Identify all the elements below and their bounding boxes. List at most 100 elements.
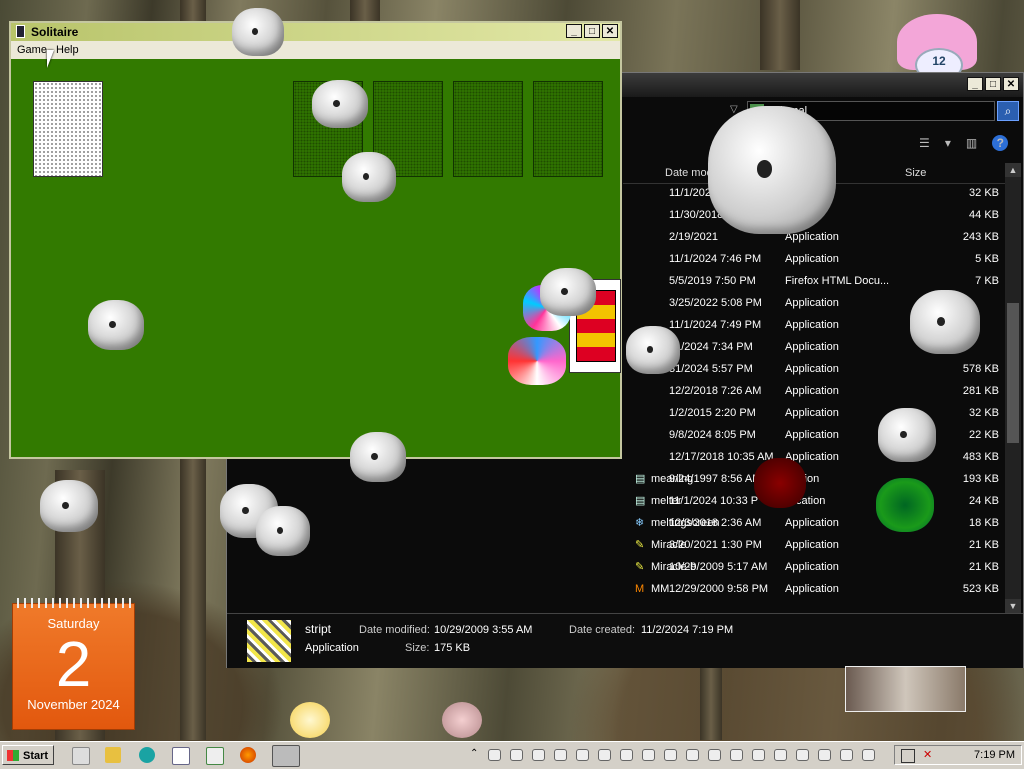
tray-app-icon[interactable] <box>554 749 567 761</box>
close-button[interactable]: ✕ <box>602 24 618 38</box>
file-row[interactable]: ❄ meltingscreen 12/3/2018 2:36 AM Applicati… <box>623 513 1007 535</box>
tray-app-icon[interactable] <box>576 749 589 761</box>
calendar-widget[interactable]: Saturday 2 November 2024 <box>12 598 135 730</box>
help-icon[interactable]: ? <box>992 135 1009 151</box>
firefox-icon[interactable] <box>240 747 256 763</box>
search-icon[interactable]: ⌕ <box>997 101 1019 121</box>
file-row[interactable]: 1/2/2015 2:20 PM Application 32 KB <box>623 403 1007 425</box>
file-date: 12/2/2018 7:26 AM <box>669 385 762 397</box>
minimize-button[interactable]: _ <box>967 77 983 91</box>
tray-app-icon[interactable] <box>862 749 875 761</box>
tray-app-icon[interactable] <box>532 749 545 761</box>
file-row[interactable]: ✎ Miracle 3/20/2021 1:30 PM Application 21 K… <box>623 535 1007 557</box>
polar-bear-sprite <box>342 152 396 202</box>
foundation-pile[interactable] <box>453 81 523 177</box>
tray-app-icon[interactable] <box>818 749 831 761</box>
polar-bear-sprite <box>256 506 310 556</box>
close-button[interactable]: ✕ <box>1003 77 1019 91</box>
vertical-scrollbar[interactable]: ▲ ▼ <box>1005 163 1021 613</box>
start-button[interactable]: Start <box>2 745 54 765</box>
scroll-down-arrow[interactable]: ▼ <box>1005 599 1021 613</box>
file-type: Application <box>785 319 839 331</box>
polar-bear-sprite <box>312 80 368 128</box>
file-row[interactable]: 11/1/2024 7:46 PM Application 5 KB <box>623 249 1007 271</box>
file-row[interactable]: ▤meaning9/24/1997 8:56 AMlication193 KB <box>623 469 1007 491</box>
view-toolbar: ☰ ▾ ▥ ? <box>907 135 1009 151</box>
file-row[interactable]: 31/2024 5:57 PM Application 578 KB <box>623 359 1007 381</box>
tray-app-icon[interactable] <box>488 749 501 761</box>
view-options-icon[interactable]: ☰ <box>919 136 930 150</box>
window-title: Solitaire <box>31 25 79 39</box>
scroll-up-arrow[interactable]: ▲ <box>1005 163 1021 177</box>
file-date: 1/2/2015 2:20 PM <box>669 407 756 419</box>
expand-arrow-icon[interactable]: ⌃ <box>470 748 478 759</box>
clock-time[interactable]: 7:19 PM <box>974 749 1015 761</box>
file-size: 483 KB <box>962 451 999 463</box>
tray-app-icon[interactable] <box>620 749 633 761</box>
notepad-icon[interactable] <box>172 747 190 765</box>
file-row[interactable]: ✎ Miracle-b 10/29/2009 5:17 AM Application 2… <box>623 557 1007 579</box>
stock-pile[interactable] <box>33 81 103 177</box>
file-size: 281 KB <box>962 385 999 397</box>
foundation-pile[interactable] <box>533 81 603 177</box>
file-row[interactable]: 9/8/2024 8:05 PM Application 22 KB <box>623 425 1007 447</box>
polar-bear-sprite <box>350 432 406 482</box>
show-desktop-icon[interactable] <box>72 747 90 765</box>
tray-app-icon[interactable] <box>774 749 787 761</box>
volume-muted-icon[interactable]: ✕ <box>923 748 932 761</box>
tray-app-icon[interactable] <box>642 749 655 761</box>
solitaire-window[interactable]: Solitaire _ □ ✕ Game Help <box>9 21 622 459</box>
minimize-button[interactable]: _ <box>566 24 582 38</box>
tray-app-icon[interactable] <box>686 749 699 761</box>
chevron-down-icon[interactable]: ▾ <box>945 136 951 150</box>
editor-icon[interactable] <box>206 747 224 765</box>
file-row[interactable]: ▥molesto11/1/2024 10:34 PMApplication254… <box>623 601 1007 603</box>
details-created-label: Date created: <box>569 624 636 636</box>
file-type-icon: M <box>635 583 645 595</box>
file-size: 193 KB <box>962 473 999 485</box>
calendar-month-year: November 2024 <box>27 697 120 712</box>
tray-app-icon[interactable] <box>752 749 765 761</box>
file-type: Application <box>785 429 839 441</box>
column-size[interactable]: Size <box>905 167 926 179</box>
file-size: 22 KB <box>969 429 999 441</box>
maximize-button[interactable]: □ <box>584 24 600 38</box>
file-row[interactable]: M MM 12/29/2000 9:58 PM Application 523 KB <box>623 579 1007 601</box>
solitaire-task-icon[interactable] <box>272 745 300 767</box>
file-type: Application <box>785 583 839 595</box>
file-size: 21 KB <box>969 561 999 573</box>
details-filename: stript <box>305 622 332 636</box>
folder-icon[interactable] <box>105 747 121 763</box>
tray-app-icon[interactable] <box>796 749 809 761</box>
file-type-icon: ▤ <box>635 495 646 507</box>
file-date: 3/25/2022 5:08 PM <box>669 297 762 309</box>
sheep-sprite <box>442 702 482 738</box>
file-size: 32 KB <box>969 407 999 419</box>
tray-app-icon[interactable] <box>708 749 721 761</box>
menu-help[interactable]: Help <box>56 44 79 56</box>
file-row[interactable]: 2/19/2021 Application 243 KB <box>623 227 1007 249</box>
solitaire-titlebar[interactable]: Solitaire _ □ ✕ <box>11 23 620 41</box>
maximize-button[interactable]: □ <box>985 77 1001 91</box>
file-row[interactable]: ▤ melter 11/1/2024 10:33 Pplication 24 KB <box>623 491 1007 513</box>
browser-icon[interactable] <box>139 747 155 763</box>
file-name: MM <box>651 583 670 595</box>
menu-game[interactable]: Game <box>17 44 47 56</box>
file-type-icon: ▤ <box>635 473 646 485</box>
taskbar: Start ⌃ ✕ 7:19 PM <box>0 741 1024 769</box>
tray-app-icon[interactable] <box>598 749 611 761</box>
tray-app-icon[interactable] <box>730 749 743 761</box>
clock-widget[interactable]: 12 <box>885 8 990 82</box>
tray-app-icon[interactable] <box>510 749 523 761</box>
network-icon[interactable] <box>901 749 915 763</box>
sheep-sprite <box>290 702 330 738</box>
file-row[interactable]: 12/17/2018 10:35 AM Application 483 KB <box>623 447 1007 469</box>
file-row[interactable]: 12/2/2018 7:26 AM Application 281 KB <box>623 381 1007 403</box>
tray-app-icon[interactable] <box>840 749 853 761</box>
file-type: Application <box>785 517 839 529</box>
wolf-photo-widget[interactable] <box>845 666 966 712</box>
file-date: 11/1/2024 7:46 PM <box>669 253 762 265</box>
scroll-thumb[interactable] <box>1007 303 1019 443</box>
tray-app-icon[interactable] <box>664 749 677 761</box>
preview-pane-icon[interactable]: ▥ <box>966 136 977 150</box>
